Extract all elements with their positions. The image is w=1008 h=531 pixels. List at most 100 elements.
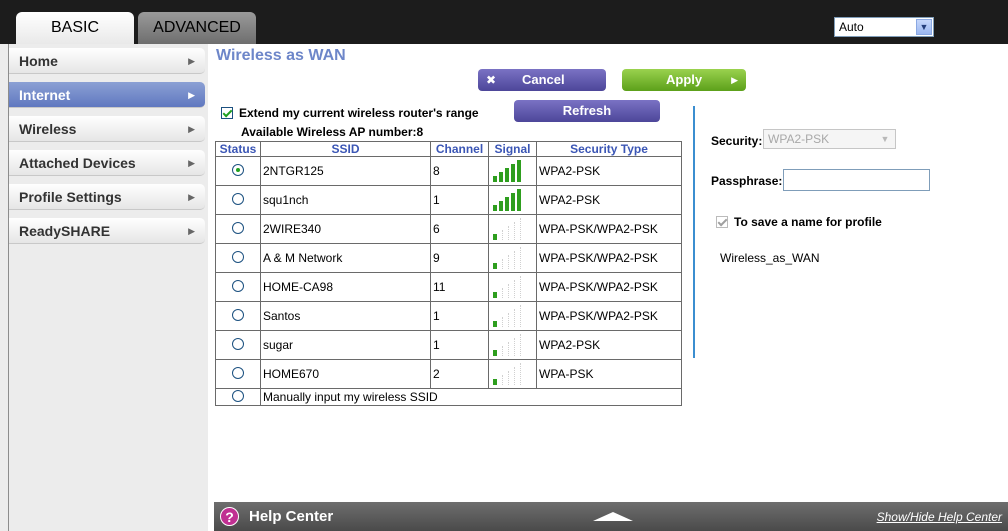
signal-bar <box>511 367 515 385</box>
status-cell <box>215 185 261 215</box>
sidebar-item-label: Wireless <box>19 121 77 137</box>
col-signal: Signal <box>488 141 537 157</box>
ap-radio[interactable] <box>232 279 244 292</box>
signal-bar <box>493 321 497 327</box>
signal-icon <box>491 274 533 300</box>
top-bar: BASIC ADVANCED Auto ▼ <box>0 0 1008 44</box>
ap-radio[interactable] <box>232 308 244 321</box>
signal-bar <box>493 292 497 298</box>
signal-cell <box>488 272 537 302</box>
security-select[interactable]: WPA2-PSK ▼ <box>763 129 896 149</box>
save-profile-checkbox[interactable] <box>716 216 728 228</box>
chevron-down-icon: ▼ <box>880 134 890 144</box>
table-row[interactable]: 2NTGR125 8 WPA2-PSK <box>215 156 682 186</box>
chevron-right-icon: ▶ <box>188 90 195 100</box>
sidebar-item-internet[interactable]: Internet ▶ <box>9 82 205 108</box>
status-cell <box>215 214 261 244</box>
security-type-cell: WPA-PSK <box>536 359 682 389</box>
signal-cell <box>488 359 537 389</box>
col-status: Status <box>215 141 261 157</box>
status-cell <box>215 301 261 331</box>
ssid-cell: squ1nch <box>260 185 431 215</box>
signal-bar <box>493 350 497 356</box>
ap-radio[interactable] <box>232 250 244 263</box>
signal-bar <box>505 226 509 240</box>
signal-bar <box>499 172 503 182</box>
table-row[interactable]: squ1nch 1 WPA2-PSK <box>215 185 682 215</box>
signal-bar <box>499 317 503 327</box>
ap-radio[interactable] <box>232 337 244 350</box>
apply-button[interactable]: Apply ▶ <box>622 69 746 91</box>
tab-advanced[interactable]: ADVANCED <box>138 12 256 44</box>
ap-radio[interactable] <box>232 221 244 234</box>
signal-bar <box>493 176 497 182</box>
signal-icon <box>491 158 533 184</box>
help-center-title: Help Center <box>249 508 334 525</box>
sidebar-item-readyshare[interactable]: ReadySHARE ▶ <box>9 218 205 244</box>
page-title: Wireless as WAN <box>216 47 346 64</box>
extend-range-row: Extend my current wireless router's rang… <box>221 106 479 120</box>
signal-cell <box>488 301 537 331</box>
signal-bar <box>505 313 509 327</box>
sidebar-item-wireless[interactable]: Wireless ▶ <box>9 116 205 142</box>
table-row[interactable]: HOME670 2 WPA-PSK <box>215 359 682 389</box>
manual-ssid-radio[interactable] <box>232 389 244 402</box>
refresh-button[interactable]: Refresh <box>514 100 660 122</box>
tab-basic[interactable]: BASIC <box>16 12 134 44</box>
passphrase-input[interactable] <box>783 169 930 191</box>
show-hide-help-link[interactable]: Show/Hide Help Center <box>877 510 1002 524</box>
help-icon[interactable]: ? <box>220 507 239 526</box>
signal-bar <box>517 334 521 356</box>
col-security: Security Type <box>536 141 682 157</box>
sidebar-item-home[interactable]: Home ▶ <box>9 48 205 74</box>
signal-bar <box>511 251 515 269</box>
cancel-button[interactable]: ✖ Cancel <box>478 69 606 91</box>
ap-radio[interactable] <box>232 163 244 176</box>
signal-bar <box>511 309 515 327</box>
signal-bar <box>505 284 509 298</box>
status-cell <box>215 330 261 360</box>
signal-bar <box>517 276 521 298</box>
channel-cell: 2 <box>430 359 489 389</box>
signal-bar <box>493 234 497 240</box>
apply-button-label: Apply <box>666 72 703 87</box>
ap-count-label: Available Wireless AP number:8 <box>241 125 424 139</box>
extend-range-label: Extend my current wireless router's rang… <box>239 106 479 120</box>
status-cell <box>215 272 261 302</box>
manual-ssid-label: Manually input my wireless SSID <box>260 388 682 406</box>
language-select-value: Auto <box>839 20 864 34</box>
channel-cell: 6 <box>430 214 489 244</box>
sidebar-item-label: Internet <box>19 87 71 103</box>
signal-bar <box>505 197 509 211</box>
extend-range-checkbox[interactable] <box>221 107 233 119</box>
chevron-right-icon: ▶ <box>188 158 195 168</box>
language-select[interactable]: Auto ▼ <box>834 17 934 37</box>
signal-bar <box>517 160 521 182</box>
save-profile-row: To save a name for profile <box>716 215 882 229</box>
chevron-down-icon[interactable]: ▼ <box>916 19 932 35</box>
status-cell <box>215 243 261 273</box>
status-cell <box>215 359 261 389</box>
table-row[interactable]: HOME-CA98 11 WPA-PSK/WPA2-PSK <box>215 272 682 302</box>
ap-radio[interactable] <box>232 192 244 205</box>
expand-up-icon[interactable] <box>593 512 633 521</box>
left-gutter <box>0 44 8 531</box>
signal-bar <box>499 288 503 298</box>
channel-cell: 1 <box>430 185 489 215</box>
channel-cell: 8 <box>430 156 489 186</box>
table-row[interactable]: sugar 1 WPA2-PSK <box>215 330 682 360</box>
security-type-cell: WPA-PSK/WPA2-PSK <box>536 214 682 244</box>
chevron-right-icon: ▶ <box>731 75 738 85</box>
sidebar-item-profile-settings[interactable]: Profile Settings ▶ <box>9 184 205 210</box>
signal-icon <box>491 332 533 358</box>
table-row[interactable]: Santos 1 WPA-PSK/WPA2-PSK <box>215 301 682 331</box>
chevron-right-icon: ▶ <box>188 226 195 236</box>
table-row[interactable]: 2WIRE340 6 WPA-PSK/WPA2-PSK <box>215 214 682 244</box>
sidebar-item-label: Profile Settings <box>19 189 122 205</box>
table-row-manual[interactable]: Manually input my wireless SSID <box>215 388 682 406</box>
signal-icon <box>491 187 533 213</box>
ap-radio[interactable] <box>232 366 244 379</box>
sidebar-item-attached-devices[interactable]: Attached Devices ▶ <box>9 150 205 176</box>
table-row[interactable]: A & M Network 9 WPA-PSK/WPA2-PSK <box>215 243 682 273</box>
signal-bar <box>505 255 509 269</box>
